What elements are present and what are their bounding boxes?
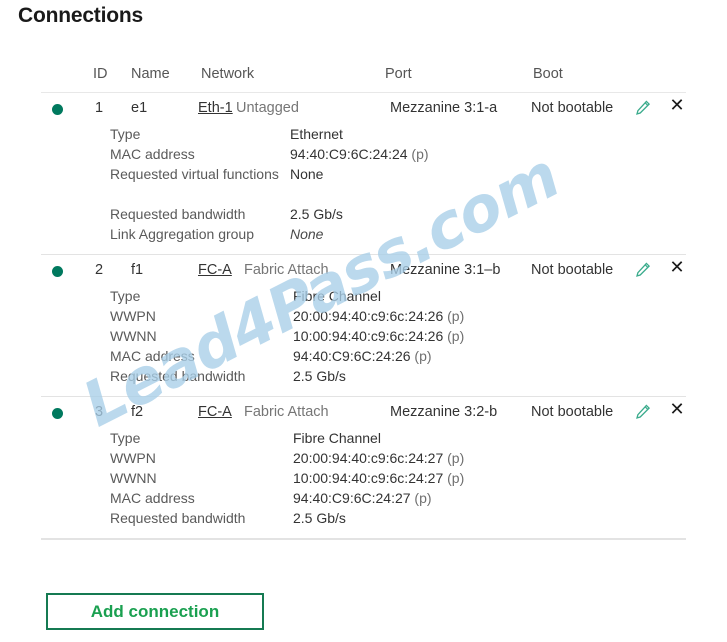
detail-value-suffix: (p): [443, 328, 465, 344]
page-title: Connections: [18, 4, 143, 27]
detail-label: MAC address: [110, 348, 195, 364]
detail-row: WWPN 20:00:94:40:c9:6c:24:27 (p): [0, 448, 727, 468]
detail-label: Requested bandwidth: [110, 368, 246, 384]
table-header-row: ID Name Network Port Boot: [0, 62, 727, 92]
detail-row: WWNN 10:00:94:40:c9:6c:24:27 (p): [0, 468, 727, 488]
detail-value: Fibre Channel: [293, 288, 381, 304]
detail-value: None: [290, 166, 324, 182]
row-port: Mezzanine 3:1–b: [390, 262, 501, 278]
footer-divider: [41, 539, 686, 540]
detail-value: 2.5 Gb/s: [293, 368, 346, 384]
network-tag: Fabric Attach: [244, 404, 329, 420]
pencil-icon[interactable]: [634, 403, 652, 421]
detail-label: Requested virtual functions: [110, 166, 279, 182]
pencil-icon[interactable]: [634, 99, 652, 117]
detail-label: WWNN: [110, 328, 157, 344]
detail-row: MAC address 94:40:C9:6C:24:26 (p): [0, 346, 727, 366]
detail-value: 20:00:94:40:c9:6c:24:27 (p): [293, 450, 465, 466]
detail-value-suffix: (p): [443, 450, 465, 466]
column-header-id: ID: [93, 66, 108, 82]
column-header-boot: Boot: [533, 66, 563, 82]
connection-details: Type Ethernet MAC address 94:40:C9:6C:24:24…: [0, 124, 727, 254]
detail-label: Type: [110, 126, 141, 142]
detail-row: Type Fibre Channel: [0, 286, 727, 306]
status-dot-icon: [52, 408, 63, 419]
detail-label: MAC address: [110, 146, 195, 162]
detail-value: 20:00:94:40:c9:6c:24:26 (p): [293, 308, 465, 324]
column-header-network: Network: [201, 66, 255, 82]
table-row: 1 e1 Eth-1 Untagged Mezzanine 3:1-a Not boota…: [0, 93, 727, 124]
close-icon[interactable]: ✕: [667, 258, 687, 278]
detail-value: 94:40:C9:6C:24:27 (p): [293, 490, 432, 506]
row-boot: Not bootable: [531, 262, 614, 278]
connection-block: 2 f1 FC-A Fabric Attach Mezzanine 3:1–b Not b…: [0, 255, 727, 396]
detail-value: 94:40:C9:6C:24:24 (p): [290, 146, 429, 162]
detail-label: MAC address: [110, 490, 195, 506]
detail-row: Requested virtual functions None: [0, 164, 727, 204]
detail-value: Ethernet: [290, 126, 343, 142]
row-name: f1: [131, 262, 144, 278]
row-id: 3: [95, 404, 104, 420]
detail-row: WWNN 10:00:94:40:c9:6c:24:26 (p): [0, 326, 727, 346]
detail-label: Link Aggregation group: [110, 226, 254, 242]
detail-label: Type: [110, 288, 141, 304]
column-header-port: Port: [385, 66, 412, 82]
row-id: 2: [95, 262, 104, 278]
connection-details: Type Fibre Channel WWPN 20:00:94:40:c9:6c:2…: [0, 428, 727, 538]
detail-row: Type Ethernet: [0, 124, 727, 144]
status-dot-icon: [52, 104, 63, 115]
detail-value: 10:00:94:40:c9:6c:24:26 (p): [293, 328, 465, 344]
detail-row: Type Fibre Channel: [0, 428, 727, 448]
detail-label: Requested bandwidth: [110, 510, 246, 526]
column-header-name: Name: [131, 66, 170, 82]
connection-block: 3 f2 FC-A Fabric Attach Mezzanine 3:2-b Not b…: [0, 397, 727, 538]
connection-block: 1 e1 Eth-1 Untagged Mezzanine 3:1-a Not boota…: [0, 93, 727, 254]
pencil-icon[interactable]: [634, 261, 652, 279]
network-link[interactable]: FC-A: [198, 404, 232, 420]
status-dot-icon: [52, 266, 63, 277]
detail-value-suffix: (p): [443, 308, 465, 324]
network-link[interactable]: FC-A: [198, 262, 232, 278]
row-boot: Not bootable: [531, 404, 614, 420]
detail-label: Requested bandwidth: [110, 206, 246, 222]
row-boot: Not bootable: [531, 100, 614, 116]
network-tag: Untagged: [236, 100, 299, 116]
detail-value: 2.5 Gb/s: [290, 206, 343, 222]
detail-label: WWPN: [110, 450, 156, 466]
row-port: Mezzanine 3:1-a: [390, 100, 498, 116]
detail-row: WWPN 20:00:94:40:c9:6c:24:26 (p): [0, 306, 727, 326]
add-connection-button[interactable]: Add connection: [46, 593, 264, 630]
detail-row: Requested bandwidth 2.5 Gb/s: [0, 508, 727, 528]
detail-label: WWNN: [110, 470, 157, 486]
row-port: Mezzanine 3:2-b: [390, 404, 498, 420]
detail-row: Requested bandwidth 2.5 Gb/s: [0, 366, 727, 386]
detail-value-suffix: (p): [410, 348, 432, 364]
row-name: e1: [131, 100, 148, 116]
detail-label: WWPN: [110, 308, 156, 324]
connections-table: ID Name Network Port Boot 1 e1 Eth-1 Untagg…: [0, 62, 727, 540]
close-icon[interactable]: ✕: [667, 96, 687, 116]
detail-row: MAC address 94:40:C9:6C:24:27 (p): [0, 488, 727, 508]
row-id: 1: [95, 100, 104, 116]
detail-value: 94:40:C9:6C:24:26 (p): [293, 348, 432, 364]
detail-row: Link Aggregation group None: [0, 224, 727, 244]
detail-value-suffix: (p): [443, 470, 465, 486]
close-icon[interactable]: ✕: [667, 400, 687, 420]
table-row: 2 f1 FC-A Fabric Attach Mezzanine 3:1–b Not b…: [0, 255, 727, 286]
detail-value-suffix: (p): [407, 146, 429, 162]
detail-label: Type: [110, 430, 141, 446]
connection-details: Type Fibre Channel WWPN 20:00:94:40:c9:6c:2…: [0, 286, 727, 396]
network-tag: Fabric Attach: [244, 262, 329, 278]
table-row: 3 f2 FC-A Fabric Attach Mezzanine 3:2-b Not b…: [0, 397, 727, 428]
detail-value: 2.5 Gb/s: [293, 510, 346, 526]
network-link[interactable]: Eth-1: [198, 100, 233, 116]
detail-value: 10:00:94:40:c9:6c:24:27 (p): [293, 470, 465, 486]
detail-value: Fibre Channel: [293, 430, 381, 446]
detail-value-suffix: (p): [410, 490, 432, 506]
row-name: f2: [131, 404, 144, 420]
detail-row: Requested bandwidth 2.5 Gb/s: [0, 204, 727, 224]
detail-value: None: [290, 226, 324, 242]
detail-row: MAC address 94:40:C9:6C:24:24 (p): [0, 144, 727, 164]
